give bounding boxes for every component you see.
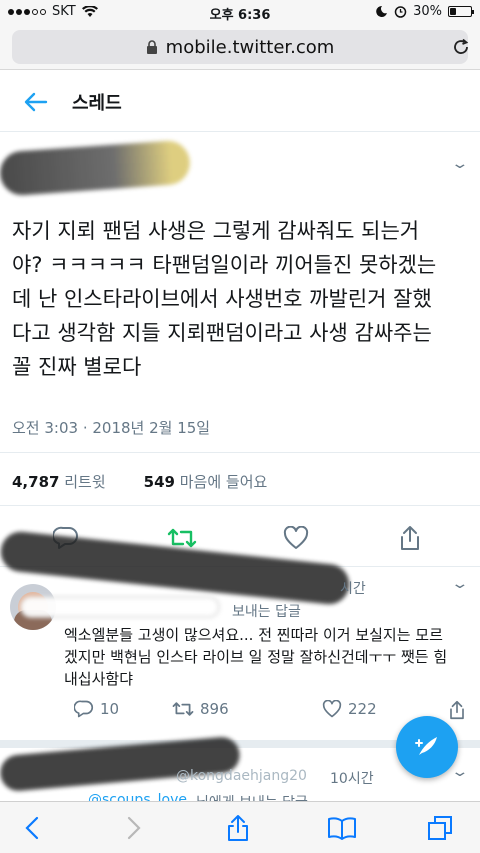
reply-count: 10 [100,700,120,718]
divider [0,452,480,453]
like-count-label: 마음에 들어요 [179,473,268,491]
do-not-disturb-icon [376,5,388,17]
retweet-count-value: 4,787 [12,473,60,491]
browser-share-button[interactable] [218,812,258,844]
share-icon [401,526,419,550]
reply-share-button[interactable] [448,700,466,720]
battery-fill [450,8,456,15]
redacted-author-scribble [0,139,192,197]
back-button[interactable] [0,72,72,132]
url-field[interactable]: mobile.twitter.com [12,30,468,64]
replying-to-label: 보내는 답글 [232,604,301,620]
browser-address-bar: mobile.twitter.com [0,24,480,70]
reply-text: 엑소엘분들 고생이 많으셔요... 전 찐따라 이거 보실지는 모르 겠지만 백… [64,624,472,690]
lock-icon [146,39,157,54]
like-count-value: 549 [143,473,175,491]
reply-line: 겠지만 백현님 인스타 라이브 일 정말 잘하신건데ㅜㅜ 쨋든 힘 [64,648,448,666]
page-title: 스레드 [72,92,122,114]
reload-button[interactable] [452,30,470,61]
book-icon [328,817,356,840]
reply-time: 시간 [340,581,366,597]
reply-like-button[interactable]: 222 [322,700,377,718]
redacted-reply-author-scribble [20,596,220,618]
reply-handle: @kongdaehjang20 [176,768,307,784]
reply-line: 내십사함댜 [64,670,134,688]
divider [0,505,480,506]
tweet-stats: 4,787 리트윗 549 마음에 들어요 [12,471,267,492]
retweet-count-label: 리트윗 [64,473,106,491]
like-count[interactable]: 549 마음에 들어요 [144,471,268,492]
retweet-icon [167,528,197,548]
reply-time: 10시간 [330,771,374,787]
tweet-line: 다고 생각함 지들 지뢰팬덤이라고 사생 감싸주는 [12,321,432,345]
share-icon [450,700,464,720]
heart-icon [322,700,342,718]
like-button[interactable] [276,520,316,556]
browser-toolbar [0,801,480,853]
alarm-icon [394,6,407,18]
battery-icon [448,6,474,17]
reply-retweet-button[interactable]: 896 [172,700,229,718]
share-icon [228,815,248,841]
reply-like-count: 222 [348,700,377,718]
browser-bookmarks-button[interactable] [322,812,362,844]
tweet-line: 데 난 인스타라이브에서 사생번호 까발린거 잘했 [12,287,432,311]
url-text: mobile.twitter.com [165,36,335,58]
retweet-icon [172,702,194,716]
thread-header: 스레드 [0,72,480,132]
chevron-left-icon [25,816,39,840]
reply-retweet-count: 896 [200,700,229,718]
battery-percent: 30% [413,4,442,19]
reply-menu-chevron-icon[interactable]: ⌄ [451,576,470,592]
browser-forward-button[interactable] [114,812,154,844]
compose-tweet-button[interactable] [396,716,458,778]
heart-icon [283,526,309,549]
back-arrow-icon [24,92,48,111]
tabs-icon [428,816,452,840]
reply-icon [74,700,94,718]
tweet-line: 야? ㅋㅋㅋㅋㅋ 타팬덤일이라 끼어들진 못하겠는 [12,253,437,277]
tweet-line: 꼴 진짜 별로다 [12,355,142,379]
reply-menu-chevron-icon[interactable]: ⌄ [451,764,470,780]
status-bar: SKT 오후 6:36 30% [0,0,480,24]
browser-back-button[interactable] [12,812,52,844]
tweet-text: 자기 지뢰 팬덤 사생은 그렇게 감싸줘도 되는거 야? ㅋㅋㅋㅋㅋ 타팬덤일이… [12,214,472,384]
browser-tabs-button[interactable] [420,812,460,844]
reply-line: 엑소엘분들 고생이 많으셔요... 전 찐따라 이거 보실지는 모르 [64,626,443,644]
tweet-timestamp[interactable]: 오전 3:03 · 2018년 2월 15일 [12,417,210,438]
reload-icon [454,38,469,54]
quill-plus-icon [415,737,437,755]
reply-reply-button[interactable]: 10 [74,700,119,718]
chevron-right-icon [127,816,141,840]
retweet-count[interactable]: 4,787 리트윗 [12,471,106,492]
tweet-line: 자기 지뢰 팬덤 사생은 그렇게 감싸줘도 되는거 [12,219,420,243]
share-button[interactable] [390,520,430,556]
tweet-menu-chevron-icon[interactable]: ⌄ [451,156,470,172]
